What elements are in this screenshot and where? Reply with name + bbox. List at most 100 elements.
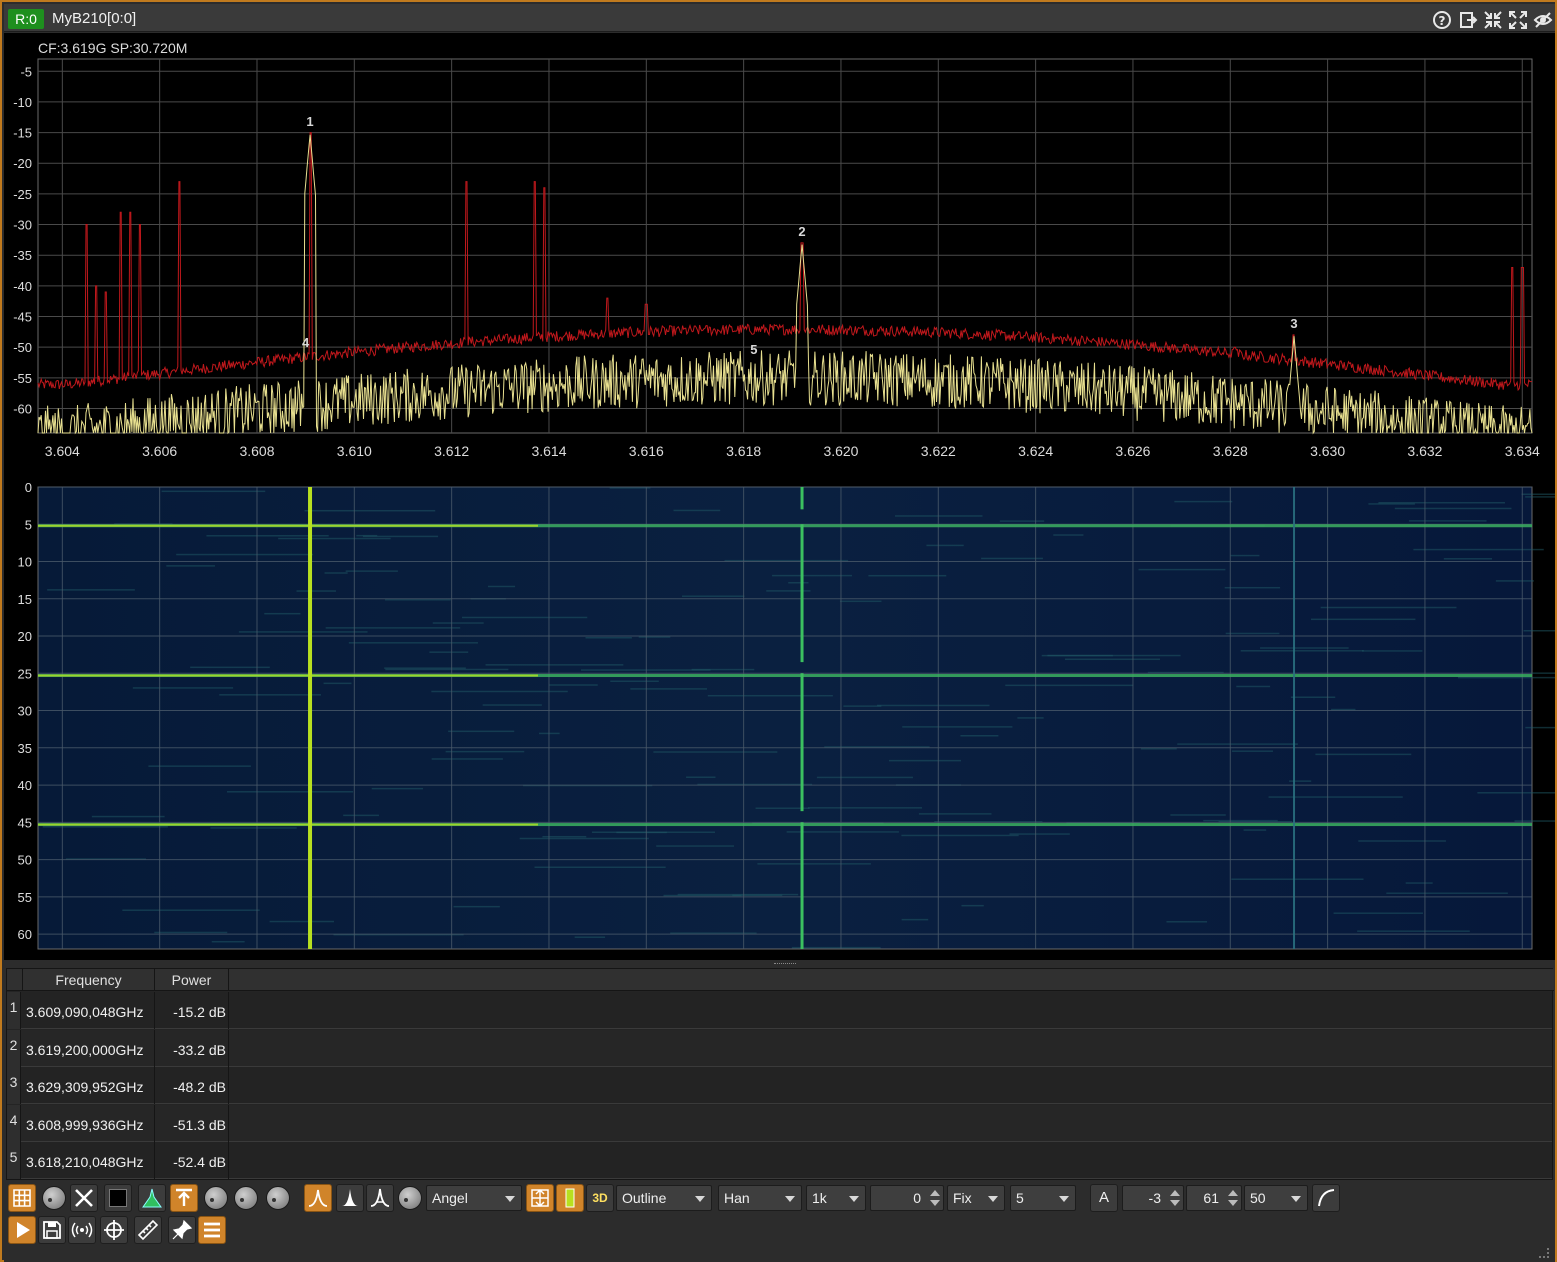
3d-view-button[interactable]: 3D xyxy=(586,1184,614,1212)
max-hold-icon xyxy=(176,1188,192,1206)
index-header xyxy=(7,969,23,991)
knob-5[interactable] xyxy=(398,1186,422,1210)
noise-streak xyxy=(1243,829,1267,831)
knob-2[interactable] xyxy=(204,1186,228,1210)
play-button[interactable] xyxy=(8,1216,36,1244)
help-icon[interactable]: ? xyxy=(1431,10,1452,30)
splitter-grip[interactable] xyxy=(774,963,796,965)
detach-icon[interactable] xyxy=(1457,10,1478,30)
auto-levels-button[interactable]: A xyxy=(1090,1184,1118,1212)
noise-streak xyxy=(519,837,649,840)
palette-combo[interactable]: Angel xyxy=(426,1185,522,1211)
spectrum-window: R:0 MyB210[0:0] ? -5 -10 -15 -20 -25 -30 -35 -4… xyxy=(0,0,1557,1262)
waterfall-auto-button[interactable] xyxy=(526,1184,554,1212)
menu-button[interactable] xyxy=(198,1216,226,1244)
noise-streak xyxy=(549,684,598,686)
measure-button[interactable] xyxy=(134,1216,162,1244)
spectrum-chart[interactable]: -5 -10 -15 -20 -25 -30 -35 -40 -45 -50 -55 -60 3.604… xyxy=(4,33,1555,463)
frequency-header[interactable]: Frequency xyxy=(23,969,155,991)
noise-streak xyxy=(999,520,1045,522)
marker-pin-button[interactable] xyxy=(168,1216,196,1244)
peak-marker-button[interactable] xyxy=(366,1184,394,1212)
noise-streak xyxy=(788,582,809,584)
update-rate-combo[interactable]: 50 xyxy=(1244,1185,1308,1211)
noise-streak xyxy=(432,622,484,624)
row-power: -33.2 dB xyxy=(155,1030,229,1067)
peak-fill-button[interactable] xyxy=(336,1184,364,1212)
spin-down-icon[interactable] xyxy=(1228,1200,1238,1206)
y-tick-label: -25 xyxy=(13,187,32,202)
knob-3[interactable] xyxy=(234,1186,258,1210)
marker-label: 1 xyxy=(306,114,313,129)
spin-down-icon[interactable] xyxy=(930,1200,940,1206)
max-hold-button[interactable] xyxy=(170,1184,198,1212)
range-combo[interactable]: 5 xyxy=(1010,1185,1076,1211)
background-color-button[interactable] xyxy=(104,1184,132,1212)
shrink-icon[interactable] xyxy=(1482,10,1503,30)
power-header[interactable]: Power xyxy=(155,969,229,991)
noise-streak xyxy=(1005,684,1134,687)
noise-streak xyxy=(707,694,833,697)
x-tick-label: 3.634 xyxy=(1505,443,1540,459)
waterfall-plot[interactable]: 0 5 10 15 20 25 30 35 40 45 50 55 60 xyxy=(4,463,1557,960)
color-bar-button[interactable] xyxy=(556,1184,584,1212)
fft-size-value: 1k xyxy=(812,1190,827,1206)
row-index: 2 xyxy=(7,1030,21,1067)
carrier-line xyxy=(800,673,804,812)
noise-streak xyxy=(816,776,913,779)
color-swatch xyxy=(109,1189,127,1207)
plot-frame xyxy=(37,58,1533,434)
noise-streak xyxy=(384,667,466,669)
resize-grip[interactable] xyxy=(1539,1248,1549,1258)
row-frequency: 3.618,210,048GHz xyxy=(23,1142,155,1179)
save-button[interactable] xyxy=(38,1216,66,1244)
expand-icon[interactable] xyxy=(1507,10,1528,30)
y-tick-label: 40 xyxy=(18,778,32,793)
knob-4[interactable] xyxy=(266,1186,290,1210)
noise-streak xyxy=(1177,743,1298,745)
spectrum-plot[interactable]: -5 -10 -15 -20 -25 -30 -35 -40 -45 -50 -55 -60 3.604… xyxy=(4,33,1555,463)
noise-streak xyxy=(1174,500,1233,503)
spin-up-icon[interactable] xyxy=(1228,1190,1238,1196)
rx-badge[interactable]: R:0 xyxy=(8,9,44,29)
waterfall-chart[interactable]: 0 5 10 15 20 25 30 35 40 45 50 55 60 xyxy=(4,463,1557,960)
hide-icon[interactable] xyxy=(1532,10,1553,30)
table-row[interactable]: 5 3.618,210,048GHz -52.4 dB xyxy=(7,1142,1552,1179)
noise-streak xyxy=(591,831,716,833)
waterfall-max-spinbox[interactable]: 61 xyxy=(1186,1185,1242,1211)
panel-splitter[interactable] xyxy=(4,960,1555,968)
table-row[interactable]: 3 3.629,309,952GHz -48.2 dB xyxy=(7,1067,1552,1104)
noise-streak xyxy=(1477,792,1557,794)
peak-outline-button[interactable] xyxy=(304,1184,332,1212)
chevron-down-icon xyxy=(1291,1196,1301,1202)
table-row[interactable]: 1 3.609,090,048GHz -15.2 dB xyxy=(7,992,1552,1029)
scale-mode-combo[interactable]: Fix xyxy=(947,1185,1005,1211)
spin-up-icon[interactable] xyxy=(930,1190,940,1196)
y-tick-label: 60 xyxy=(18,927,32,942)
noise-streak xyxy=(1260,647,1349,649)
window-function-combo[interactable]: Han xyxy=(718,1185,802,1211)
crosshair-button[interactable] xyxy=(100,1216,128,1244)
noise-streak xyxy=(166,565,215,567)
clear-button[interactable] xyxy=(70,1184,98,1212)
table-row[interactable]: 2 3.619,200,000GHz -33.2 dB xyxy=(7,1030,1552,1067)
reference-level-spinbox[interactable]: 0 xyxy=(870,1185,944,1211)
waterfall-min-spinbox[interactable]: -3 xyxy=(1122,1185,1184,1211)
noise-streak xyxy=(132,687,234,689)
noise-streak xyxy=(1138,568,1226,571)
noise-streak xyxy=(176,553,314,556)
fft-size-combo[interactable]: 1k xyxy=(806,1185,866,1211)
table-row[interactable]: 4 3.608,999,936GHz -51.3 dB xyxy=(7,1105,1552,1142)
noise-streak xyxy=(960,734,999,737)
grid-toggle-button[interactable] xyxy=(8,1184,36,1212)
knob-1[interactable] xyxy=(42,1186,66,1210)
trace-mode-combo[interactable]: Outline xyxy=(616,1185,712,1211)
gamma-curve-button[interactable] xyxy=(1312,1184,1340,1212)
spin-up-icon[interactable] xyxy=(1170,1190,1180,1196)
row-power: -52.4 dB xyxy=(155,1142,229,1179)
y-tick-label: 45 xyxy=(18,815,32,830)
spin-down-icon[interactable] xyxy=(1170,1200,1180,1206)
broadcast-button[interactable] xyxy=(68,1216,96,1244)
svg-text:?: ? xyxy=(1438,14,1445,28)
fill-trace-button[interactable] xyxy=(138,1184,166,1212)
